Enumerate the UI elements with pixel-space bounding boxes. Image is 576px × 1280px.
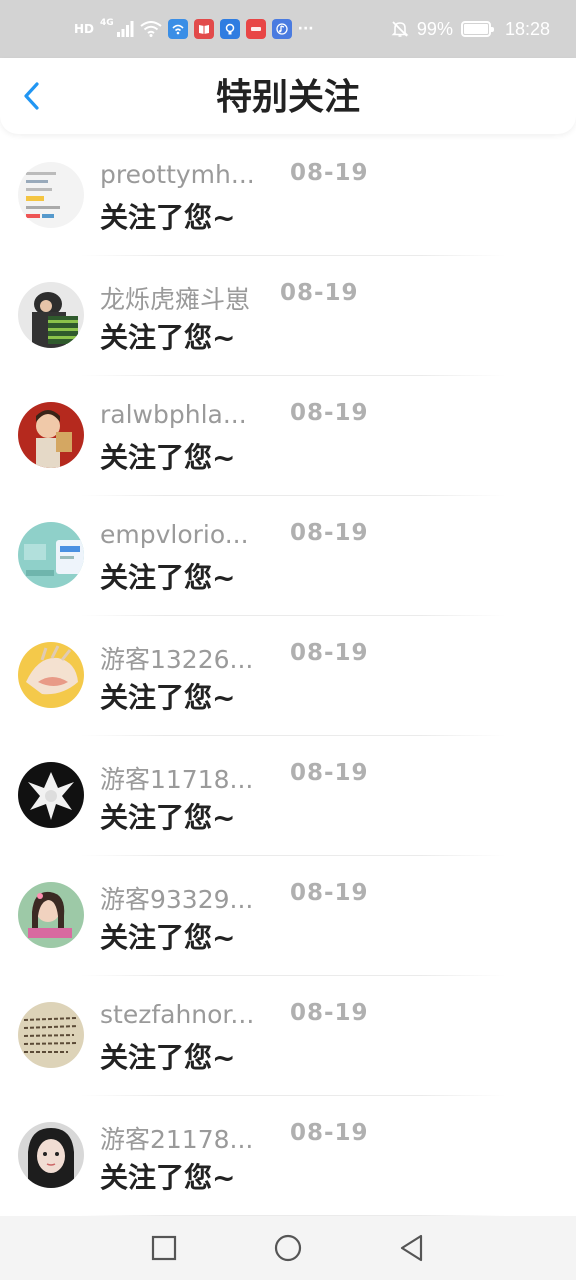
signal-icon	[116, 21, 134, 37]
list-item[interactable]: 游客93329... 08-19 关注了您~	[0, 856, 576, 976]
follow-message: 关注了您~	[100, 1161, 236, 1194]
avatar[interactable]	[18, 402, 84, 468]
list-item[interactable]: ralwbphla... 08-19 关注了您~	[0, 376, 576, 496]
user-name: 龙烁虎瘫斗崽	[100, 285, 251, 314]
follow-list: preottymh... 08-19 关注了您~ 龙烁虎瘫斗崽 08-19 关注了您~ ra…	[0, 136, 576, 1216]
follow-message: 关注了您~	[100, 201, 236, 234]
more-notifications: ···	[297, 21, 314, 37]
follow-message: 关注了您~	[100, 921, 236, 954]
follow-date: 08-19	[290, 880, 369, 906]
list-item[interactable]: stezfahnor... 08-19 关注了您~	[0, 976, 576, 1096]
avatar[interactable]	[18, 1002, 84, 1068]
avatar[interactable]	[18, 282, 84, 348]
user-name: ralwbphla...	[100, 400, 247, 429]
avatar[interactable]	[18, 642, 84, 708]
clock: 18:28	[504, 18, 550, 39]
status-bar: HD 4G ··· 99% 18:28	[0, 0, 576, 58]
list-item[interactable]: preottymh... 08-19 关注了您~	[0, 136, 576, 256]
follow-message: 关注了您~	[100, 441, 236, 474]
music-app-icon	[271, 19, 292, 39]
follow-date: 08-19	[290, 160, 369, 186]
user-name: stezfahnor...	[100, 1000, 255, 1029]
follow-message: 关注了您~	[100, 1041, 236, 1074]
avatar[interactable]	[18, 162, 84, 228]
follow-message: 关注了您~	[100, 321, 236, 354]
avatar[interactable]	[18, 882, 84, 948]
battery-percent: 99%	[416, 18, 453, 39]
network-type: 4G	[100, 18, 114, 28]
follow-date: 08-19	[290, 520, 369, 546]
list-item[interactable]: 游客11718... 08-19 关注了您~	[0, 736, 576, 856]
follow-date: 08-19	[290, 1120, 369, 1146]
huawei-app-icon	[245, 19, 266, 39]
home-button[interactable]	[273, 1233, 303, 1263]
follow-date: 08-19	[290, 640, 369, 666]
hd-indicator: HD	[74, 22, 95, 36]
avatar[interactable]	[18, 1122, 84, 1188]
user-name: 游客93329...	[100, 885, 254, 914]
follow-date: 08-19	[290, 400, 369, 426]
mute-bell-icon	[391, 20, 409, 38]
list-item[interactable]: empvlorio... 08-19 关注了您~	[0, 496, 576, 616]
wifi-icon	[140, 21, 162, 37]
wifi-app-icon	[167, 19, 188, 39]
circle-icon	[274, 1234, 302, 1262]
book-app-icon	[193, 19, 214, 39]
square-icon	[151, 1235, 177, 1261]
follow-message: 关注了您~	[100, 801, 236, 834]
list-item[interactable]: 游客21178... 08-19 关注了您~	[0, 1096, 576, 1216]
page-title: 特别关注	[215, 77, 360, 118]
follow-date: 08-19	[290, 1000, 369, 1026]
user-name: empvlorio...	[100, 520, 249, 549]
triangle-back-icon	[400, 1234, 423, 1262]
list-item[interactable]: 游客13226... 08-19 关注了您~	[0, 616, 576, 736]
list-item[interactable]: 龙烁虎瘫斗崽 08-19 关注了您~	[0, 256, 576, 376]
battery-icon	[460, 21, 494, 37]
status-left: HD 4G ···	[74, 18, 314, 39]
follow-message: 关注了您~	[100, 681, 236, 714]
system-nav-bar	[0, 1216, 576, 1280]
user-name: 游客11718...	[100, 765, 254, 794]
recent-apps-button[interactable]	[149, 1233, 179, 1263]
user-name: 游客21178...	[100, 1125, 254, 1154]
follow-message: 关注了您~	[100, 561, 236, 594]
user-name: 游客13226...	[100, 645, 254, 674]
bulb-app-icon	[219, 19, 240, 39]
avatar[interactable]	[18, 762, 84, 828]
follow-date: 08-19	[280, 280, 359, 306]
follow-date: 08-19	[290, 760, 369, 786]
status-right: 99% 18:28	[391, 19, 550, 40]
back-nav-button[interactable]	[397, 1233, 427, 1263]
header: 特别关注	[0, 58, 576, 134]
user-name: preottymh...	[100, 160, 255, 189]
avatar[interactable]	[18, 522, 84, 588]
